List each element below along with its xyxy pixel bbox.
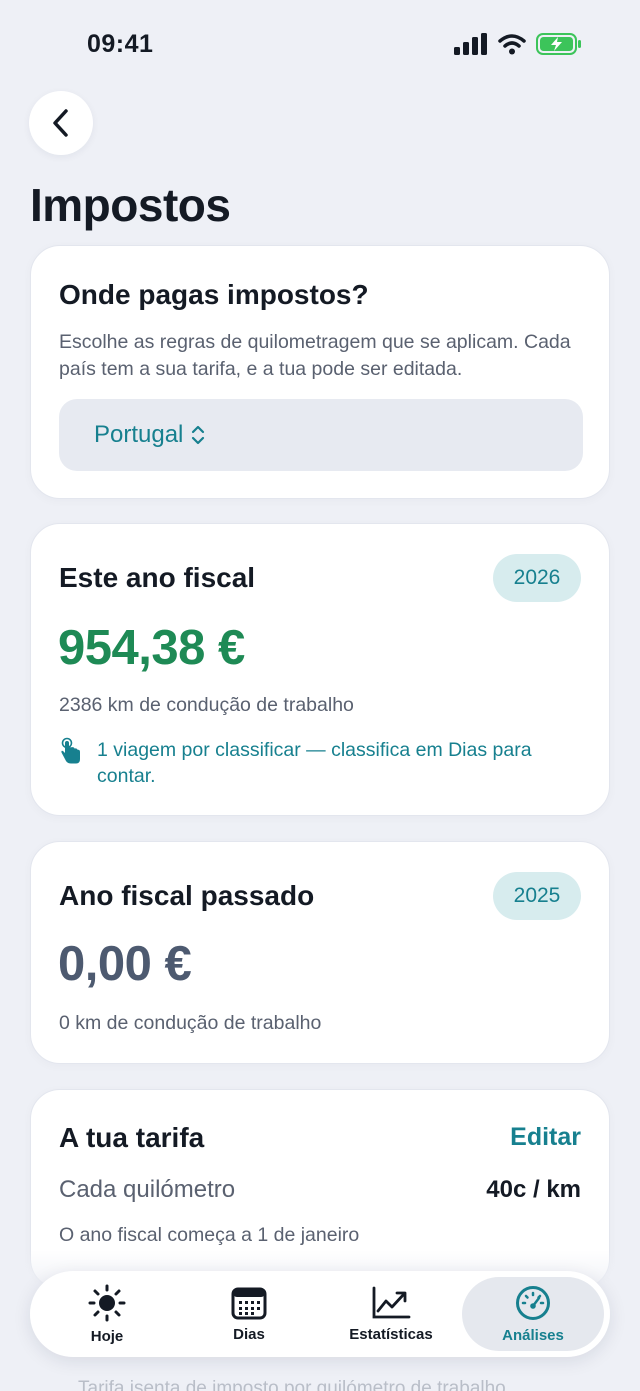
rate-value: 40c / km [486, 1176, 581, 1203]
faded-footer-text: Tarifa isenta de imposto por quilómetro … [78, 1378, 506, 1391]
gauge-icon [516, 1285, 550, 1320]
page-title: Impostos [30, 179, 231, 231]
tab-hoje[interactable]: Hoje [36, 1277, 178, 1351]
edit-rate-button[interactable]: Editar [510, 1123, 581, 1152]
tab-label: Dias [233, 1325, 265, 1343]
status-time: 09:41 [87, 30, 154, 58]
tab-bar: Hoje Dias Estatísticas Análises [30, 1271, 610, 1357]
this-fiscal-year-amount: 954,38 € [58, 621, 245, 675]
this-fiscal-year-card: Este ano fiscal 2026 954,38 € 2386 km de… [30, 523, 610, 816]
unclassified-trip-notice[interactable]: 1 viagem por classificar — classifica em… [59, 737, 557, 789]
tab-label: Hoje [90, 1327, 124, 1345]
back-button[interactable] [29, 91, 93, 155]
tab-analises[interactable]: Análises [462, 1277, 604, 1351]
fiscal-year-note: O ano fiscal começa a 1 de janeiro [59, 1224, 360, 1246]
calendar-icon [231, 1287, 267, 1319]
last-fiscal-year-km: 0 km de condução de trabalho [59, 1012, 322, 1034]
chevron-left-icon [53, 109, 68, 137]
country-select[interactable]: Portugal [59, 399, 583, 471]
hand-tap-icon [61, 737, 80, 764]
status-bar: 09:41 [0, 0, 640, 90]
tax-country-description: Escolhe as regras de quilometragem que s… [59, 331, 571, 380]
rate-card-title: A tua tarifa [59, 1122, 205, 1153]
rate-label: Cada quilómetro [59, 1176, 236, 1203]
unclassified-trip-text: 1 viagem por classificar — classifica em… [97, 739, 532, 787]
tab-label: Estatísticas [349, 1325, 433, 1343]
last-fiscal-year-title: Ano fiscal passado [59, 880, 315, 911]
last-fiscal-year-card: Ano fiscal passado 2025 0,00 € 0 km de c… [30, 841, 610, 1064]
year-badge: 2026 [493, 554, 581, 602]
battery-charging-icon [536, 33, 581, 55]
wifi-icon [498, 34, 526, 55]
year-badge: 2025 [493, 872, 581, 920]
status-icons [454, 33, 582, 55]
chart-icon [372, 1286, 411, 1318]
country-select-value: Portugal [94, 421, 184, 448]
this-fiscal-year-title: Este ano fiscal [59, 562, 256, 593]
tax-country-card: Onde pagas impostos? Escolhe as regras d… [30, 245, 610, 499]
tab-dias[interactable]: Dias [178, 1277, 320, 1351]
tab-label: Análises [502, 1326, 564, 1344]
last-fiscal-year-amount: 0,00 € [58, 937, 192, 991]
this-fiscal-year-km: 2386 km de condução de trabalho [59, 694, 354, 716]
signal-icon [454, 33, 487, 55]
tab-estatisticas[interactable]: Estatísticas [320, 1277, 462, 1351]
chevron-up-down-icon [192, 425, 205, 445]
tax-country-title: Onde pagas impostos? [59, 279, 369, 310]
sun-icon [88, 1284, 126, 1321]
